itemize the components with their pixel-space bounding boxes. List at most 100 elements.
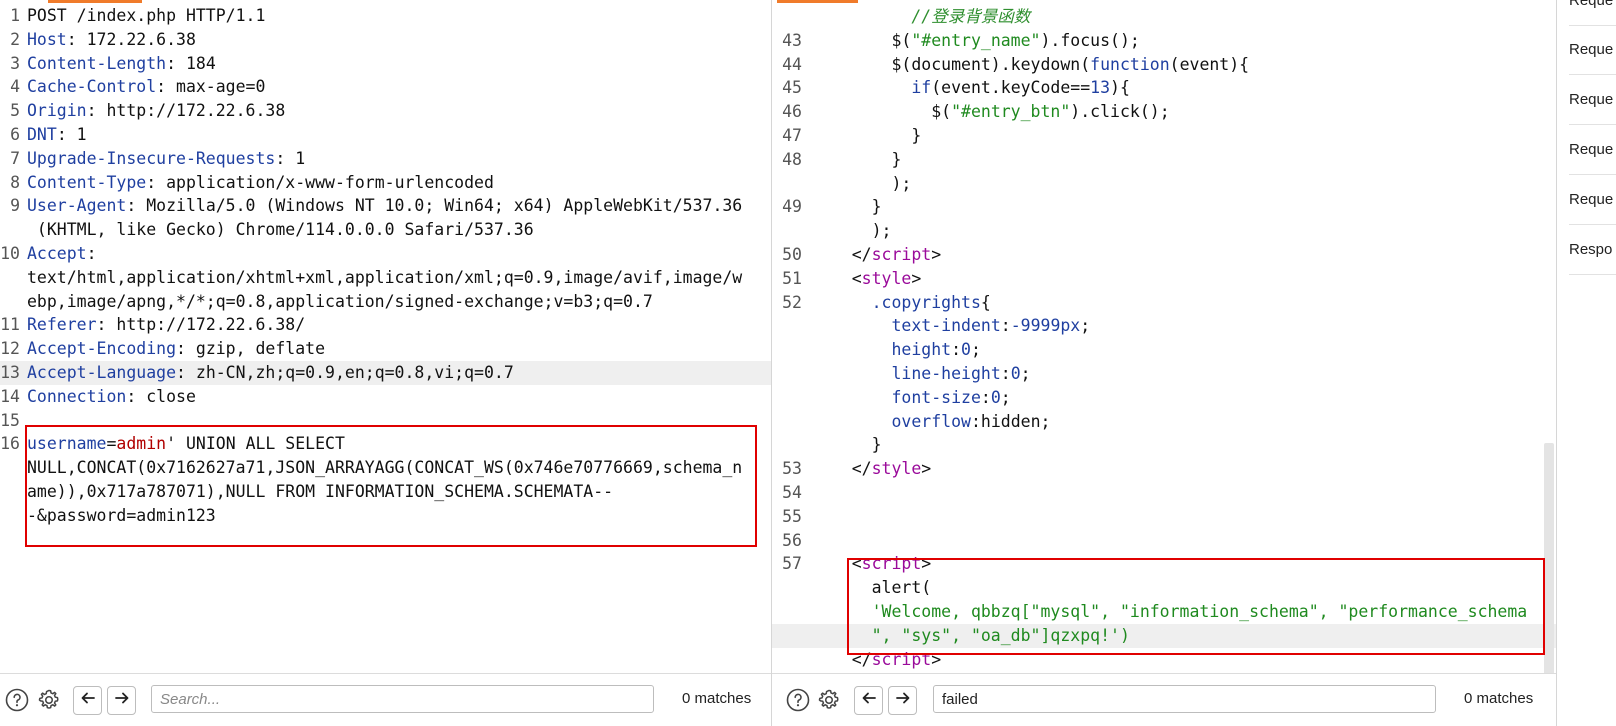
sidebar-item[interactable]: Reque xyxy=(1569,175,1616,225)
gear-icon[interactable] xyxy=(36,687,62,713)
line-code: <style> xyxy=(812,267,922,291)
code-line: </script> xyxy=(772,648,1556,672)
code-line: font-size:0; xyxy=(772,386,1556,410)
prev-match-button[interactable] xyxy=(73,686,102,715)
code-line: 49 } xyxy=(772,195,1556,219)
arrow-right-icon xyxy=(114,690,130,711)
line-code: User-Agent: Mozilla/5.0 (Windows NT 10.0… xyxy=(27,194,742,218)
code-token: if xyxy=(911,78,932,98)
line-code: </script> xyxy=(812,648,941,672)
prev-match-button[interactable] xyxy=(854,686,883,715)
code-token: -&password=admin123 xyxy=(27,505,216,525)
code-token: > xyxy=(931,649,942,669)
code-token: Content-Length xyxy=(27,53,167,73)
code-token: > xyxy=(931,244,942,264)
request-search-bar: 0 matches xyxy=(0,673,771,726)
code-token: : 1 xyxy=(275,148,306,168)
line-code: .copyrights{ xyxy=(812,291,991,315)
line-code: Origin: http://172.22.6.38 xyxy=(27,99,285,123)
code-token: : xyxy=(86,243,97,263)
code-token: (event.keyCode== xyxy=(931,78,1091,98)
code-token: ); xyxy=(812,221,892,241)
code-token: : Mozilla/5.0 (Windows NT 10.0; Win64; x… xyxy=(126,196,743,216)
code-token: height xyxy=(891,340,952,360)
code-token: text-indent xyxy=(891,316,1001,336)
code-line: 7 Upgrade-Insecure-Requests: 1 xyxy=(0,147,771,171)
sidebar-item[interactable]: Reque xyxy=(1569,125,1616,175)
line-code: line-height:0; xyxy=(812,362,1031,386)
code-line: 11 Referer: http://172.22.6.38/ xyxy=(0,313,771,337)
sidebar-item[interactable]: Respo xyxy=(1569,225,1616,275)
code-token: username xyxy=(27,434,107,454)
code-line: 47 } xyxy=(772,124,1556,148)
code-token: </ xyxy=(812,649,872,669)
request-editor[interactable]: 1 POST /index.php HTTP/1.1 2 Host: 172.22.6… xyxy=(0,0,771,678)
line-number: 47 xyxy=(782,125,802,145)
line-number: 51 xyxy=(782,268,802,288)
response-search-input[interactable] xyxy=(933,685,1436,713)
code-token: $( xyxy=(812,102,952,122)
code-token: = xyxy=(106,434,117,454)
code-token: : http://172.22.6.38/ xyxy=(96,315,306,335)
code-token: Accept-Language xyxy=(27,362,177,382)
code-token: } xyxy=(812,149,902,169)
line-code: Connection: close xyxy=(27,385,196,409)
line-code: //登录背景函数 xyxy=(812,5,1030,29)
code-line: 'Welcome, qbbzq["mysql", "information_sc… xyxy=(772,600,1556,624)
code-token: } xyxy=(812,125,922,145)
code-token: < xyxy=(812,554,862,574)
sidebar-item[interactable]: Reque xyxy=(1569,25,1616,75)
code-line: NULL,CONCAT(0x7162627a71,JSON_ARRAYAGG(C… xyxy=(0,456,771,480)
line-number: 14 xyxy=(0,386,20,406)
code-token: line-height xyxy=(891,363,1001,383)
line-code: Referer: http://172.22.6.38/ xyxy=(27,313,305,337)
code-token: .copyrights xyxy=(812,292,981,312)
line-number: 12 xyxy=(0,339,20,359)
line-code: } xyxy=(812,124,921,148)
code-line: 5 Origin: http://172.22.6.38 xyxy=(0,99,771,123)
gear-icon[interactable] xyxy=(816,687,842,713)
code-line: 8 Content-Type: application/x-www-form-ur… xyxy=(0,171,771,195)
code-token: ; xyxy=(1020,363,1031,383)
response-editor[interactable]: //登录背景函数 43 $("#entry_name").focus(); 44 $… xyxy=(772,0,1556,685)
code-token: Accept-Encoding xyxy=(27,339,177,359)
response-scrollbar[interactable] xyxy=(1544,443,1554,675)
line-code: } xyxy=(812,148,901,172)
code-line: 48 } xyxy=(772,148,1556,172)
help-icon[interactable] xyxy=(785,687,811,713)
line-code: Upgrade-Insecure-Requests: 1 xyxy=(27,147,305,171)
code-line: ebp,image/apng,*/*;q=0.8,application/sig… xyxy=(0,290,771,314)
arrow-right-icon xyxy=(895,690,911,711)
code-line: 2 Host: 172.22.6.38 xyxy=(0,28,771,52)
code-token: : xyxy=(980,387,991,407)
next-match-button[interactable] xyxy=(888,686,917,715)
code-token: : http://172.22.6.38 xyxy=(86,101,286,121)
line-code: } xyxy=(812,433,882,457)
line-code: overflow:hidden; xyxy=(812,410,1050,434)
code-line: 14 Connection: close xyxy=(0,385,771,409)
next-match-button[interactable] xyxy=(107,686,136,715)
request-search-input[interactable] xyxy=(151,685,654,713)
sidebar-item[interactable]: Reque xyxy=(1569,0,1616,26)
code-line: 1 POST /index.php HTTP/1.1 xyxy=(0,4,771,28)
code-line: 13 Accept-Language: zh-CN,zh;q=0.9,en;q=0… xyxy=(0,360,771,385)
code-token: : xyxy=(1000,363,1011,383)
line-number: 53 xyxy=(782,459,802,479)
code-line: 52 .copyrights{ xyxy=(772,291,1556,315)
line-number: 1 xyxy=(10,6,20,25)
code-token: 13 xyxy=(1090,78,1111,98)
code-line: 44 $(document).keydown(function(event){ xyxy=(772,53,1556,77)
code-token: : max-age=0 xyxy=(156,77,266,97)
code-line: -&password=admin123 xyxy=(0,504,771,528)
line-code: ", "sys", "oa_db"]qzxpq!') xyxy=(812,624,1130,648)
code-token: font-size xyxy=(891,387,981,407)
sidebar-item[interactable]: Reque xyxy=(1569,75,1616,125)
code-token: > xyxy=(921,459,932,479)
line-number: 43 xyxy=(782,30,802,50)
code-line: 43 $("#entry_name").focus(); xyxy=(772,29,1556,53)
help-icon[interactable] xyxy=(4,687,30,713)
code-token: :hidden; xyxy=(970,411,1051,431)
line-code: DNT: 1 xyxy=(27,123,87,147)
